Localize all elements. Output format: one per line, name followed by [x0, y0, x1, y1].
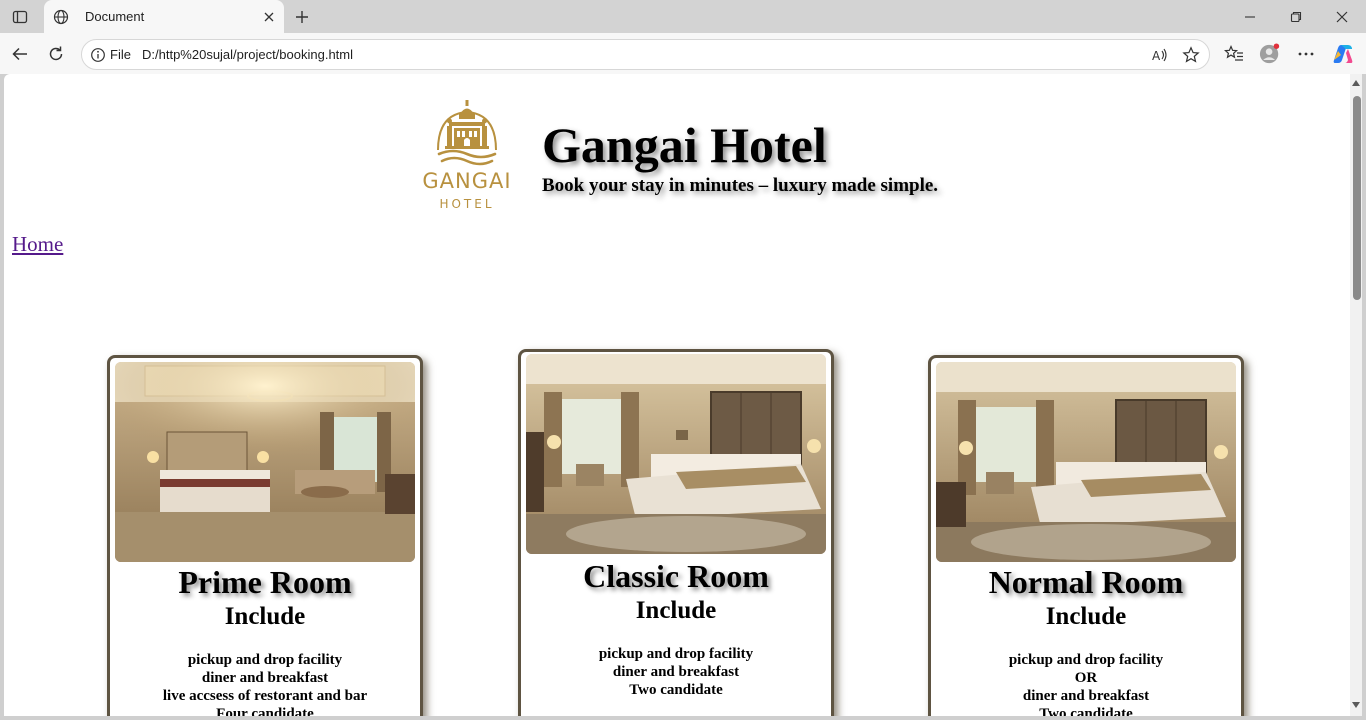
scroll-down-icon[interactable]	[1352, 702, 1360, 708]
include-label: Include	[1045, 603, 1127, 630]
hotel-logo: GANGAI HOTEL	[414, 100, 520, 212]
room-name: Normal Room	[988, 564, 1184, 600]
feature-list: pickup and drop facility OR diner and br…	[931, 651, 1241, 716]
feature-item: OR	[1074, 670, 1098, 686]
feature-list: pickup and drop facility diner and break…	[110, 651, 420, 716]
feature-item: diner and breakfast	[1022, 688, 1150, 704]
read-aloud-icon[interactable]: A	[1150, 45, 1170, 65]
room-card-classic[interactable]: Classic Room Include pickup and drop fac…	[518, 349, 834, 716]
tab-title: Document	[85, 9, 145, 24]
tab-strip: Document	[0, 0, 1366, 33]
copilot-icon[interactable]	[1332, 43, 1354, 65]
scrollbar-thumb[interactable]	[1353, 96, 1361, 300]
page-title: Gangai Hotel	[542, 117, 827, 173]
prime-room-photo	[115, 362, 415, 562]
scroll-up-icon[interactable]	[1352, 80, 1360, 86]
svg-text:A: A	[1152, 49, 1161, 63]
info-icon[interactable]	[90, 47, 106, 63]
page-viewport: GANGAI HOTEL Gangai Hotel Book your stay…	[4, 74, 1362, 716]
window-close-icon[interactable]	[1322, 4, 1362, 30]
feature-item: live accsess of restorant and bar	[162, 688, 368, 704]
normal-room-photo	[936, 362, 1236, 562]
url-text[interactable]: D:/http%20sujal/project/booking.html	[142, 47, 353, 62]
feature-item: diner and breakfast	[612, 664, 740, 680]
feature-item: pickup and drop facility	[598, 646, 754, 662]
plus-icon[interactable]	[290, 5, 314, 29]
favorites-icon[interactable]	[1223, 43, 1245, 65]
room-card-normal[interactable]: Normal Room Include pickup and drop faci…	[928, 355, 1244, 716]
include-label: Include	[224, 603, 306, 630]
reload-icon[interactable]	[43, 41, 69, 67]
close-icon[interactable]	[260, 8, 278, 26]
active-tab[interactable]: Document	[44, 0, 284, 33]
logo-text: GANGAI	[422, 169, 511, 193]
feature-item: pickup and drop facility	[1008, 652, 1164, 668]
file-scheme-label: File	[110, 47, 131, 62]
back-arrow-icon[interactable]	[7, 41, 33, 67]
feature-item: Two candidate	[1039, 706, 1133, 716]
more-icon[interactable]	[1295, 43, 1317, 65]
star-icon[interactable]	[1181, 45, 1201, 65]
feature-item: Two candidate	[629, 682, 723, 698]
page-tagline: Book your stay in minutes – luxury made …	[542, 175, 939, 196]
classic-room-photo	[526, 354, 826, 554]
room-card-prime[interactable]: Prime Room Include pickup and drop facil…	[107, 355, 423, 716]
feature-item: diner and breakfast	[201, 670, 329, 686]
feature-list: pickup and drop facility diner and break…	[521, 645, 831, 699]
minimize-icon[interactable]	[1230, 4, 1270, 30]
room-name: Prime Room	[178, 564, 352, 600]
include-label: Include	[635, 597, 717, 624]
room-name: Classic Room	[583, 558, 769, 594]
address-bar[interactable]: File D:/http%20sujal/project/booking.htm…	[81, 39, 1210, 70]
browser-toolbar: File D:/http%20sujal/project/booking.htm…	[0, 33, 1366, 74]
globe-icon	[52, 8, 70, 26]
profile-icon[interactable]	[1259, 43, 1281, 65]
vertical-scrollbar[interactable]	[1350, 74, 1362, 716]
feature-item: pickup and drop facility	[187, 652, 343, 668]
logo-subtext: HOTEL	[439, 197, 494, 211]
home-link[interactable]: Home	[12, 232, 63, 257]
tab-actions-icon[interactable]	[8, 6, 32, 28]
restore-icon[interactable]	[1276, 4, 1316, 30]
feature-item: Four candidate	[216, 706, 314, 716]
